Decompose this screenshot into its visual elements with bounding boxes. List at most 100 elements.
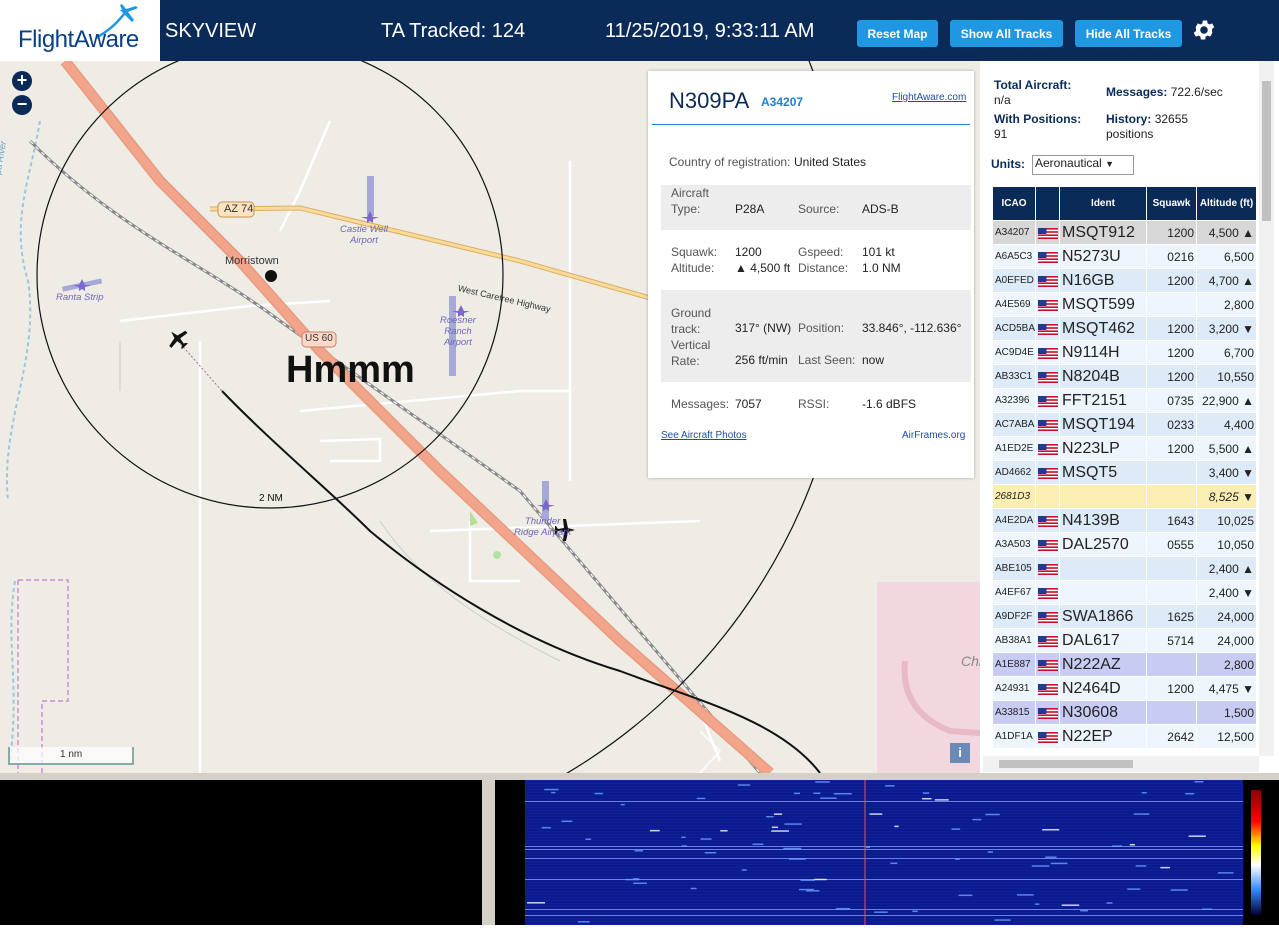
cell-squawk (1146, 700, 1197, 725)
cell-icao: AD4662 (992, 460, 1036, 485)
with-positions-label: With Positions: (994, 112, 1082, 126)
table-row[interactable]: A1ED2E N223LP 1200 5,500 ▲ (992, 436, 1257, 461)
table-row[interactable]: AB38A1 DAL617 5714 24,000 (992, 628, 1257, 653)
table-row[interactable]: A4E569 MSQT599 2,800 (992, 292, 1257, 317)
table-row[interactable]: A9DF2F SWA1866 1625 24,000 (992, 604, 1257, 629)
position-label: Position: (798, 321, 845, 335)
scroll-thumb[interactable] (999, 760, 1133, 768)
table-row[interactable]: A32396 FFT2151 0735 22,900 ▲ (992, 388, 1257, 413)
info-icon[interactable]: i (950, 743, 970, 763)
table-row[interactable]: ACD5BA MSQT462 1200 3,200 ▼ (992, 316, 1257, 341)
cell-ident: MSQT912 (1059, 220, 1147, 245)
zoom-out-button[interactable]: − (12, 95, 32, 115)
cell-altitude: 24,000 (1196, 604, 1257, 629)
table-row[interactable]: A24931 N2464D 1200 4,475 ▼ (992, 676, 1257, 701)
table-row[interactable]: AB33C1 N8204B 1200 10,550 (992, 364, 1257, 389)
table-row[interactable]: AC7ABA MSQT194 0233 4,400 (992, 412, 1257, 437)
cell-altitude: 2,400 ▼ (1196, 580, 1257, 605)
us-flag-icon (1038, 227, 1058, 239)
units-select[interactable]: Aeronautical ▼ (1032, 155, 1134, 175)
cell-altitude: 3,200 ▼ (1196, 316, 1257, 341)
cell-icao: A1E887 (992, 652, 1036, 677)
cell-ident: N22EP (1059, 724, 1147, 749)
scroll-thumb[interactable] (1262, 81, 1271, 221)
cell-icao: A33815 (992, 700, 1036, 725)
table-row[interactable]: A6A5C3 N5273U 0216 6,500 (992, 244, 1257, 269)
cell-ident: N5273U (1059, 244, 1147, 269)
clock-datetime: 11/25/2019, 9:33:11 AM (605, 20, 815, 42)
cell-ident: N30608 (1059, 700, 1147, 725)
col-squawk[interactable]: Squawk (1146, 186, 1197, 221)
altitude-value: ▲ 4,500 ft (735, 261, 791, 275)
aircraft-detail-popup: N309PA A34207 FlightAware.com Country of… (648, 71, 974, 478)
vertical-scrollbar[interactable] (1259, 61, 1274, 756)
table-row[interactable]: A3A503 DAL2570 0555 10,050 (992, 532, 1257, 557)
table-row[interactable]: ABE105 2,400 ▲ (992, 556, 1257, 581)
table-row[interactable]: A1E887 N222AZ 2,800 (992, 652, 1257, 677)
col-flag[interactable] (1035, 186, 1060, 221)
us-flag-icon (1038, 539, 1058, 551)
gspeed-value: 101 kt (862, 245, 895, 259)
cell-flag (1035, 292, 1060, 317)
table-row[interactable]: A4E2DA N4139B 1643 10,025 (992, 508, 1257, 533)
col-ident[interactable]: Ident (1059, 186, 1147, 221)
total-aircraft-value: n/a (994, 93, 1011, 107)
waterfall-colorbar (1251, 790, 1261, 915)
us-flag-icon (1038, 371, 1058, 383)
units-label: Units: (991, 157, 1025, 171)
messages-rate: Messages: 722.6/sec (1106, 85, 1223, 99)
cell-altitude: 6,500 (1196, 244, 1257, 269)
aircraft-photos-link[interactable]: See Aircraft Photos (661, 430, 747, 441)
history-value: 32655 (1154, 112, 1189, 126)
horizontal-scrollbar[interactable] (983, 756, 1259, 772)
table-row[interactable]: A0EFED N16GB 1200 4,700 ▲ (992, 268, 1257, 293)
airframes-link[interactable]: AirFrames.org (902, 430, 965, 441)
table-row[interactable]: AC9D4E N9114H 1200 6,700 (992, 340, 1257, 365)
gear-icon[interactable] (1191, 17, 1217, 43)
cell-squawk (1146, 556, 1197, 581)
cell-icao: A3A503 (992, 532, 1036, 557)
cell-squawk: 1200 (1146, 268, 1197, 293)
col-icao[interactable]: ICAO (992, 186, 1036, 221)
cell-icao: A9DF2F (992, 604, 1036, 629)
gspeed-label: Gspeed: (798, 245, 844, 259)
table-row[interactable]: AD4662 MSQT5 3,400 ▼ (992, 460, 1257, 485)
cell-altitude: 2,400 ▲ (1196, 556, 1257, 581)
cell-flag (1035, 244, 1060, 269)
cell-ident: DAL2570 (1059, 532, 1147, 557)
cell-flag (1035, 580, 1060, 605)
us-flag-icon (1038, 443, 1058, 455)
reset-map-button[interactable]: Reset Map (857, 20, 938, 47)
map-label-roesner: Roesner Ranch Airport (440, 315, 476, 348)
table-row[interactable]: 2681D3 8,525 ▼ (992, 484, 1257, 509)
cell-altitude: 4,475 ▼ (1196, 676, 1257, 701)
cell-altitude: 3,400 ▼ (1196, 460, 1257, 485)
us-flag-icon (1038, 251, 1058, 263)
table-row[interactable]: A33815 N30608 1,500 (992, 700, 1257, 725)
source-value: ADS-B (862, 202, 899, 216)
hide-all-tracks-button[interactable]: Hide All Tracks (1075, 20, 1182, 47)
flightaware-link[interactable]: FlightAware.com (892, 92, 966, 103)
cell-ident (1059, 556, 1147, 581)
table-row[interactable]: A4EF67 2,400 ▼ (992, 580, 1257, 605)
cell-ident: FFT2151 (1059, 388, 1147, 413)
cell-flag (1035, 652, 1060, 677)
col-altitude[interactable]: Altitude (ft) (1196, 186, 1257, 221)
table-row[interactable]: A34207 MSQT912 1200 4,500 ▲ (992, 220, 1257, 245)
zoom-in-button[interactable]: + (12, 71, 32, 91)
map-label-us60: US 60 (305, 333, 333, 344)
flightaware-logo[interactable]: FlightAware (0, 0, 160, 61)
show-all-tracks-button[interactable]: Show All Tracks (950, 20, 1063, 47)
header-bar: FlightAware SKYVIEW TA Tracked: 124 11/2… (0, 0, 1279, 61)
cell-altitude: 12,500 (1196, 724, 1257, 749)
cell-squawk: 1200 (1146, 340, 1197, 365)
cell-flag (1035, 220, 1060, 245)
with-positions-value: 91 (994, 127, 1008, 141)
country-value: United States (794, 155, 867, 169)
aircraft-table-body: A34207 MSQT912 1200 4,500 ▲ A6A5C3 N5273U 0216… (992, 220, 1257, 749)
us-flag-icon (1038, 515, 1058, 527)
aircraft-table: ICAO Ident Squawk Altitude (ft) A34207 MS… (992, 186, 1257, 749)
table-row[interactable]: A1DF1A N22EP 2642 12,500 (992, 724, 1257, 749)
us-flag-icon (1038, 611, 1058, 623)
popup-callsign: N309PA (669, 88, 750, 113)
